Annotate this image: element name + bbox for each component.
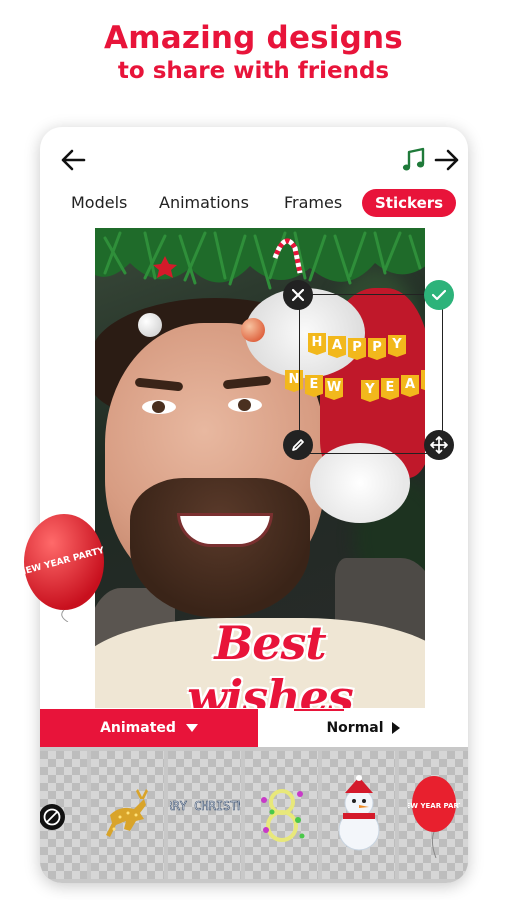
snowman-sticker-icon (338, 775, 379, 851)
music-note-icon[interactable] (400, 145, 428, 175)
number-eight-sticker-icon (260, 789, 304, 842)
no-sticker-icon[interactable] (40, 804, 65, 830)
caret-down-icon (185, 724, 198, 732)
top-bar (40, 127, 468, 187)
back-arrow-icon[interactable] (58, 145, 88, 175)
sticker-selection-box[interactable] (299, 294, 443, 454)
merry-christmas-word1: MERRY CHRISTMAS (170, 799, 240, 813)
tab-stickers[interactable]: Stickers (362, 189, 457, 217)
left-eye (142, 400, 176, 414)
phone-frame: Models Animations Frames Stickers Best w… (40, 127, 468, 883)
caret-right-icon (391, 722, 400, 734)
normal-mode-label: Normal (326, 720, 384, 736)
delete-sticker-close-icon[interactable] (283, 280, 313, 310)
white-ornament (138, 313, 162, 337)
sticker-cell-merry-christmas[interactable]: MERRY CHRISTMAS (168, 751, 241, 879)
sticker-cell-new-year-balloon[interactable]: NEW YEAR PARTY (399, 751, 468, 879)
sticker-mode-bar: Animated Normal (40, 709, 468, 747)
edit-sticker-pencil-icon[interactable] (283, 430, 313, 460)
new-year-balloon-sticker-icon: NEW YEAR PARTY (408, 776, 460, 858)
sticker-cell-number-eight[interactable] (245, 751, 318, 879)
right-eye (228, 398, 262, 412)
best-wishes-text-sticker[interactable]: Best wishes (125, 616, 415, 708)
sticker-cell-reindeer[interactable] (91, 751, 164, 879)
promo-subheadline: to share with friends (117, 58, 390, 84)
sticker-tray: MERRY CHRISTMAS (40, 747, 468, 883)
editor-tabs: Models Animations Frames Stickers (40, 189, 468, 219)
tab-models[interactable]: Models (71, 189, 127, 217)
forward-arrow-icon[interactable] (432, 145, 462, 175)
sticker-cell-none[interactable] (40, 751, 87, 879)
santa-hat-pompom (310, 443, 410, 523)
animated-mode-button[interactable]: Animated (40, 709, 258, 747)
beard (130, 478, 310, 618)
floating-balloon-sticker: NEW YEAR PARTY (22, 514, 106, 622)
merry-christmas-sticker-icon: MERRY CHRISTMAS (170, 799, 240, 814)
tab-frames[interactable]: Frames (284, 189, 342, 217)
animated-mode-label: Animated (100, 720, 176, 736)
reindeer-sticker-icon (105, 789, 148, 837)
move-sticker-arrows-icon[interactable] (424, 430, 454, 460)
red-ornament (241, 318, 265, 342)
sticker-cell-snowman[interactable] (322, 751, 395, 879)
confirm-sticker-check-icon[interactable] (424, 280, 454, 310)
promo-headline: Amazing designs (104, 20, 403, 56)
normal-mode-button[interactable]: Normal (258, 709, 468, 747)
tab-animations[interactable]: Animations (159, 189, 249, 217)
balloon-label: NEW YEAR PARTY (408, 802, 460, 810)
